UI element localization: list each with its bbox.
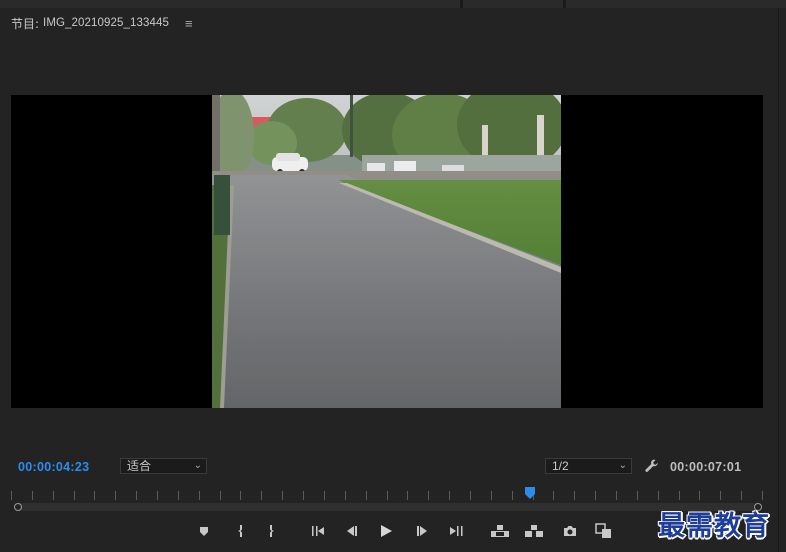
go-to-in-icon bbox=[312, 526, 324, 536]
wrench-icon[interactable] bbox=[643, 457, 661, 475]
ruler-tick bbox=[74, 491, 75, 500]
ruler-tick bbox=[303, 491, 304, 500]
ruler-tick bbox=[261, 491, 262, 500]
ruler-tick bbox=[449, 491, 450, 500]
mark-in-icon bbox=[238, 525, 242, 537]
step-back-icon bbox=[347, 526, 357, 536]
video-frame-image bbox=[212, 95, 561, 408]
resolution-dropdown-value: 1/2 bbox=[552, 459, 569, 473]
ruler-tick bbox=[720, 491, 721, 500]
ruler-tick bbox=[595, 491, 596, 500]
watermark-logo: 最需教育 bbox=[658, 511, 770, 542]
step-back-button[interactable] bbox=[341, 520, 363, 542]
ruler-tick bbox=[428, 491, 429, 500]
mark-out-button[interactable] bbox=[261, 520, 283, 542]
play-icon bbox=[381, 525, 392, 537]
ruler-tick bbox=[407, 491, 408, 500]
step-forward-icon bbox=[417, 526, 427, 536]
mark-out-icon bbox=[270, 525, 274, 537]
duration-timecode: 00:00:07:01 bbox=[670, 460, 742, 474]
ruler-tick bbox=[345, 491, 346, 500]
go-to-out-button[interactable] bbox=[445, 520, 467, 542]
ruler-tick bbox=[94, 491, 95, 500]
chevron-down-icon: ⌄ bbox=[193, 460, 202, 471]
current-timecode[interactable]: 00:00:04:23 bbox=[18, 460, 89, 474]
ruler-tick bbox=[679, 491, 680, 500]
ruler-tick bbox=[553, 491, 554, 500]
step-forward-button[interactable] bbox=[411, 520, 433, 542]
play-button[interactable] bbox=[375, 520, 397, 542]
go-to-in-button[interactable] bbox=[307, 520, 329, 542]
ruler-tick bbox=[699, 491, 700, 500]
playhead-marker[interactable] bbox=[524, 486, 536, 500]
ruler-tick bbox=[470, 491, 471, 500]
comparison-view-button[interactable] bbox=[593, 520, 615, 542]
add-marker-button[interactable] bbox=[193, 520, 215, 542]
ruler-tick bbox=[157, 491, 158, 500]
video-frame bbox=[212, 95, 561, 408]
camera-icon bbox=[564, 526, 576, 536]
go-to-out-icon bbox=[450, 526, 463, 536]
ruler-tick bbox=[220, 491, 221, 500]
monitor-controls-row: 00:00:04:23 适合 ⌄ 1/2 ⌄ 00:00:07:01 bbox=[0, 455, 786, 479]
comparison-view-icon bbox=[595, 523, 611, 538]
export-frame-button[interactable] bbox=[559, 520, 581, 542]
ruler-tick bbox=[324, 491, 325, 500]
top-tab-strip-3 bbox=[566, 0, 786, 8]
ruler-tick bbox=[658, 491, 659, 500]
add-marker-icon bbox=[200, 527, 208, 536]
ruler-tick bbox=[136, 491, 137, 500]
top-tab-strip bbox=[0, 0, 460, 8]
panel-header: 节目: IMG_20210925_133445 ≡ bbox=[11, 14, 193, 32]
ruler-tick bbox=[115, 491, 116, 500]
ruler-tick bbox=[366, 491, 367, 500]
ruler-tick bbox=[512, 491, 513, 500]
ruler-tick bbox=[282, 491, 283, 500]
ruler-tick bbox=[199, 491, 200, 500]
chevron-down-icon: ⌄ bbox=[618, 460, 627, 471]
zoom-handle-left[interactable] bbox=[14, 503, 22, 511]
ruler-tick bbox=[491, 491, 492, 500]
top-tab-strip-2 bbox=[463, 0, 563, 8]
ruler-tick bbox=[762, 491, 763, 500]
ruler-tick bbox=[178, 491, 179, 500]
fit-dropdown[interactable]: 适合 ⌄ bbox=[120, 458, 207, 474]
ruler-tick bbox=[741, 491, 742, 500]
fit-dropdown-value: 适合 bbox=[127, 459, 152, 473]
program-monitor-viewer[interactable] bbox=[11, 95, 763, 408]
hamburger-menu-icon[interactable]: ≡ bbox=[185, 16, 193, 31]
zoom-scroll-bar[interactable] bbox=[14, 503, 762, 511]
ruler-tick bbox=[240, 491, 241, 500]
ruler-tick bbox=[637, 491, 638, 500]
ruler-tick bbox=[11, 491, 12, 500]
ruler-tick bbox=[387, 491, 388, 500]
mark-in-button[interactable] bbox=[229, 520, 251, 542]
ruler-tick bbox=[53, 491, 54, 500]
panel-title-prefix: 节目: bbox=[11, 16, 40, 31]
lift-button[interactable] bbox=[489, 520, 511, 542]
time-ruler[interactable] bbox=[11, 486, 763, 500]
sequence-name[interactable]: IMG_20210925_133445 bbox=[43, 17, 169, 29]
extract-icon bbox=[525, 525, 543, 537]
extract-button[interactable] bbox=[523, 520, 545, 542]
ruler-tick bbox=[574, 491, 575, 500]
ruler-tick bbox=[32, 491, 33, 500]
lift-icon bbox=[491, 525, 509, 537]
resolution-dropdown[interactable]: 1/2 ⌄ bbox=[545, 458, 632, 474]
top-panel-bar bbox=[0, 0, 786, 8]
ruler-tick bbox=[616, 491, 617, 500]
